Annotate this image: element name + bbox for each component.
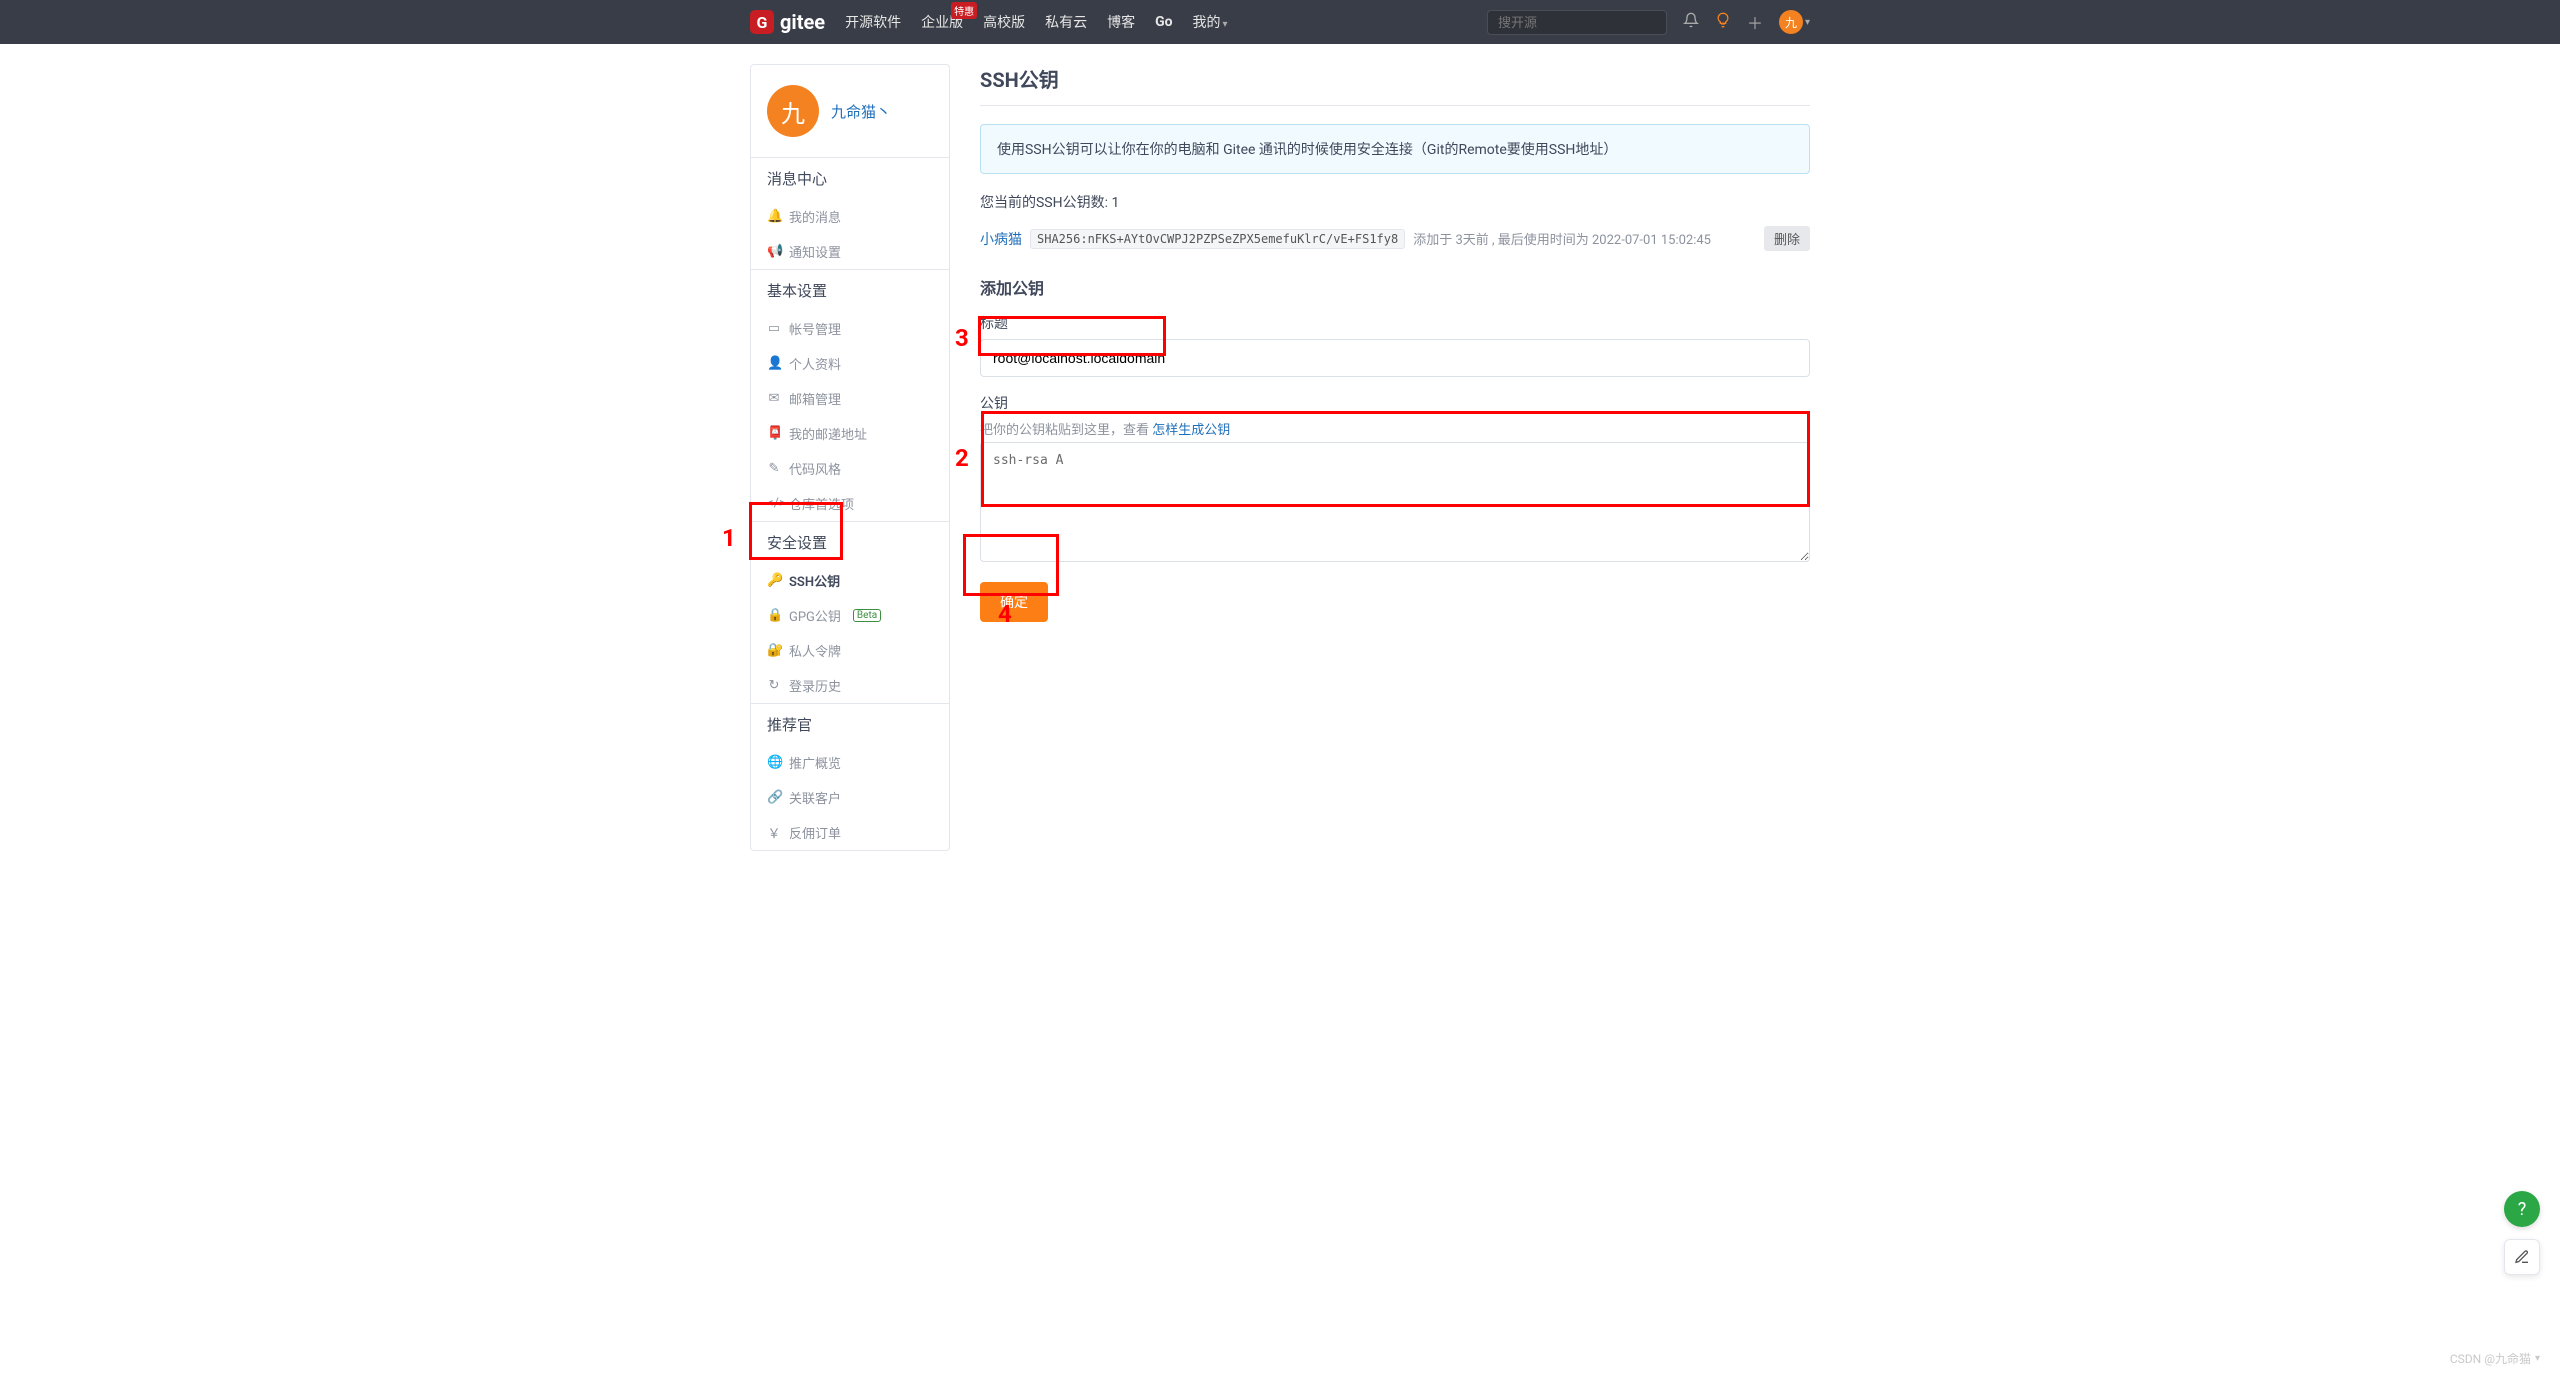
link-icon: 🔗 xyxy=(767,790,781,805)
sidebar-item-account[interactable]: ▭帐号管理 xyxy=(751,311,949,346)
key-title-input[interactable] xyxy=(980,339,1810,377)
page-title: SSH公钥 xyxy=(980,64,1810,106)
history-icon: ↻ xyxy=(767,678,781,693)
nav-edu[interactable]: 高校版 xyxy=(983,12,1025,32)
pubkey-label: 公钥 xyxy=(980,393,1810,413)
sidebar-item-referral-clients[interactable]: 🔗关联客户 xyxy=(751,780,949,815)
existing-key-row: 小病猫 SHA256:nFKS+AYtOvCWPJ2PZPSeZPX5emefu… xyxy=(980,226,1810,251)
pencil-icon: ✎ xyxy=(767,461,781,476)
sidebar-item-ssh-keys[interactable]: 🔑SSH公钥 xyxy=(751,563,949,598)
settings-sidebar: 九 九命猫丶 消息中心 🔔我的消息 📢通知设置 基本设置 ▭帐号管理 👤个人资料… xyxy=(750,64,950,851)
confirm-button[interactable]: 确定 xyxy=(980,582,1048,622)
sidebar-item-gpg-keys[interactable]: 🔒GPG公钥Beta xyxy=(751,598,949,633)
chevron-down-icon: ▾ xyxy=(1805,17,1810,28)
chevron-down-icon: ▾ xyxy=(2535,1353,2540,1364)
sound-icon: 📢 xyxy=(767,244,781,259)
nav-enterprise[interactable]: 企业版 特惠 xyxy=(921,12,963,32)
bell-icon[interactable] xyxy=(1683,12,1699,32)
nav-private-cloud[interactable]: 私有云 xyxy=(1045,12,1087,32)
logo-icon: G xyxy=(750,10,774,34)
sidebar-item-mail-address[interactable]: 📮我的邮递地址 xyxy=(751,416,949,451)
sidebar-item-notify-settings[interactable]: 📢通知设置 xyxy=(751,234,949,269)
bulb-icon[interactable] xyxy=(1715,12,1731,32)
code-icon: </> xyxy=(767,496,781,511)
key-fingerprint: SHA256:nFKS+AYtOvCWPJ2PZPSeZPX5emefuKlrC… xyxy=(1030,229,1405,249)
group-messages: 消息中心 xyxy=(751,157,949,199)
sidebar-item-my-messages[interactable]: 🔔我的消息 xyxy=(751,199,949,234)
chevron-down-icon: ▾ xyxy=(1223,19,1228,30)
plus-icon[interactable]: ＋ xyxy=(1747,10,1763,34)
beta-badge: Beta xyxy=(853,609,881,622)
search-input[interactable] xyxy=(1487,10,1667,35)
annotation-number-1: 1 xyxy=(722,524,736,552)
token-icon: 🔐 xyxy=(767,643,781,658)
help-button[interactable]: ? xyxy=(2504,1191,2540,1227)
lock-icon: 🔒 xyxy=(767,608,781,623)
money-icon: ￥ xyxy=(767,823,781,842)
nav-go[interactable]: Go xyxy=(1155,14,1172,30)
floating-actions: ? xyxy=(2504,1191,2540,1275)
annotation-number-2: 2 xyxy=(955,444,969,472)
key-meta: 添加于 3天前 , 最后使用时间为 2022-07-01 15:02:45 xyxy=(1413,229,1711,248)
username: 九命猫丶 xyxy=(831,101,891,122)
group-referral: 推荐官 xyxy=(751,703,949,745)
pubkey-help: 把你的公钥粘贴到这里，查看 怎样生成公钥 xyxy=(980,419,1810,438)
mailbox-icon: 📮 xyxy=(767,426,781,441)
key-icon: 🔑 xyxy=(767,573,781,588)
sidebar-item-login-history[interactable]: ↻登录历史 xyxy=(751,668,949,703)
key-name-link[interactable]: 小病猫 xyxy=(980,229,1022,249)
person-icon: 👤 xyxy=(767,356,781,371)
sidebar-item-tokens[interactable]: 🔐私人令牌 xyxy=(751,633,949,668)
avatar: 九 xyxy=(1779,10,1803,34)
avatar: 九 xyxy=(767,85,819,137)
sidebar-item-referral-orders[interactable]: ￥反佣订单 xyxy=(751,815,949,850)
logo-text: gitee xyxy=(780,10,825,34)
key-count: 您当前的SSH公钥数: 1 xyxy=(980,192,1810,212)
title-label: 标题 xyxy=(980,313,1810,333)
nav-blog[interactable]: 博客 xyxy=(1107,12,1135,32)
sidebar-item-email[interactable]: ✉邮箱管理 xyxy=(751,381,949,416)
pubkey-textarea[interactable] xyxy=(980,442,1810,562)
sidebar-item-profile[interactable]: 👤个人资料 xyxy=(751,346,949,381)
primary-nav: 开源软件 企业版 特惠 高校版 私有云 博客 Go 我的▾ xyxy=(845,12,1227,32)
info-banner: 使用SSH公钥可以让你在你的电脑和 Gitee 通讯的时候使用安全连接（Git的… xyxy=(980,124,1810,174)
group-basic: 基本设置 xyxy=(751,269,949,311)
nav-opensource[interactable]: 开源软件 xyxy=(845,12,901,32)
user-menu[interactable]: 九 ▾ xyxy=(1779,10,1810,34)
sidebar-item-referral-overview[interactable]: 🌐推广概览 xyxy=(751,745,949,780)
watermark: CSDN @九命猫▾ xyxy=(2450,1350,2540,1367)
logo[interactable]: G gitee xyxy=(750,10,825,34)
group-security: 安全设置 xyxy=(751,521,949,563)
main-content: SSH公钥 使用SSH公钥可以让你在你的电脑和 Gitee 通讯的时候使用安全连… xyxy=(980,64,1810,851)
how-to-generate-link[interactable]: 怎样生成公钥 xyxy=(1152,423,1230,438)
card-icon: ▭ xyxy=(767,321,781,336)
delete-key-button[interactable]: 删除 xyxy=(1764,226,1810,251)
nav-mine[interactable]: 我的▾ xyxy=(1193,12,1228,32)
add-key-heading: 添加公钥 xyxy=(980,275,1810,299)
sidebar-item-repo-prefs[interactable]: </>仓库首选项 xyxy=(751,486,949,521)
sidebar-item-code-style[interactable]: ✎代码风格 xyxy=(751,451,949,486)
globe-icon: 🌐 xyxy=(767,755,781,770)
top-nav: G gitee 开源软件 企业版 特惠 高校版 私有云 博客 Go 我的▾ xyxy=(0,0,2560,44)
mail-icon: ✉ xyxy=(767,391,781,406)
bell-icon: 🔔 xyxy=(767,209,781,224)
annotation-number-3: 3 xyxy=(955,324,969,352)
promo-badge: 特惠 xyxy=(951,2,977,19)
feedback-button[interactable] xyxy=(2504,1239,2540,1275)
sidebar-user[interactable]: 九 九命猫丶 xyxy=(751,65,949,157)
